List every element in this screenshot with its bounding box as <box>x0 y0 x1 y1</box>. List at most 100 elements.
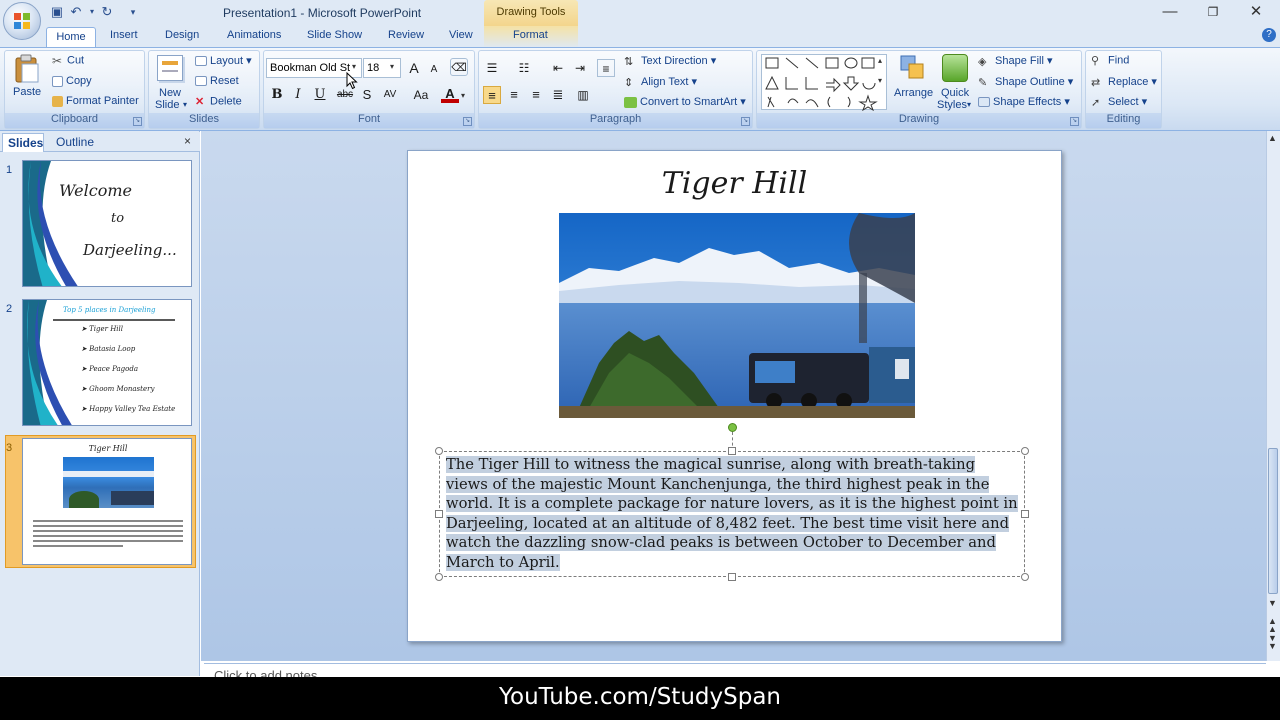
tiger-hill-photo[interactable] <box>559 213 915 418</box>
columns-icon[interactable]: ▥ <box>574 86 592 104</box>
scroll-up-icon[interactable]: ▲ <box>1268 133 1277 143</box>
tab-insert[interactable]: Insert <box>110 29 138 41</box>
italic-button[interactable]: I <box>289 86 307 104</box>
select-button[interactable]: ➚ Select ▾ <box>1091 95 1147 109</box>
quick-styles-label-2[interactable]: Styles <box>937 99 967 111</box>
customize-qat-icon[interactable]: ▾ <box>125 4 141 20</box>
paragraph-launcher-icon[interactable]: ↘ <box>741 117 750 126</box>
quick-styles-label[interactable]: Quick <box>941 87 969 99</box>
office-button[interactable] <box>3 2 41 40</box>
tab-view[interactable]: View <box>449 29 473 41</box>
next-slide-icon[interactable]: ▼ ▼ <box>1268 634 1277 651</box>
resize-handle-left[interactable] <box>435 510 443 518</box>
clear-formatting-icon[interactable]: ⌫ <box>450 58 468 76</box>
clipboard-launcher-icon[interactable]: ↘ <box>133 117 142 126</box>
pane-close-icon[interactable]: × <box>184 134 191 148</box>
bold-button[interactable]: B <box>268 86 286 104</box>
numbering-icon[interactable]: ☷ <box>515 59 533 77</box>
resize-handle-right[interactable] <box>1021 510 1029 518</box>
tab-outline[interactable]: Outline <box>56 135 94 149</box>
replace-button[interactable]: ⇄ Replace ▾ <box>1091 75 1157 89</box>
previous-slide-icon[interactable]: ▲ ▲ <box>1268 617 1277 634</box>
shapes-scroll-up-icon[interactable]: ▴ <box>878 56 882 65</box>
body-text[interactable]: The Tiger Hill to witness the magical su… <box>446 455 1021 573</box>
character-spacing-button[interactable]: AV <box>379 86 401 104</box>
new-slide-label[interactable]: New <box>159 87 181 99</box>
resize-handle-bottom-left[interactable] <box>435 573 443 581</box>
quick-styles-dropdown-icon[interactable]: ▾ <box>967 100 971 109</box>
slide-title[interactable]: Tiger Hill <box>407 166 1062 201</box>
quick-styles-icon[interactable] <box>942 54 968 82</box>
grow-font-button[interactable]: A <box>405 59 423 77</box>
justify-icon[interactable]: ≣ <box>549 86 567 104</box>
resize-handle-bottom-right[interactable] <box>1021 573 1029 581</box>
delete-button[interactable]: ✕ Delete <box>195 95 242 108</box>
help-icon[interactable]: ? <box>1262 28 1276 42</box>
slide-thumbnail-1[interactable]: Welcome to Darjeeling... <box>22 160 192 287</box>
format-painter-button[interactable]: Format Painter <box>52 95 139 107</box>
decrease-indent-icon[interactable]: ⇤ <box>549 59 567 77</box>
paste-icon[interactable] <box>13 54 41 84</box>
cut-button[interactable]: ✂ Cut <box>52 54 84 68</box>
tab-animations[interactable]: Animations <box>227 29 281 41</box>
tab-design[interactable]: Design <box>165 29 199 41</box>
font-size-field[interactable]: 18 <box>363 58 401 78</box>
tab-review[interactable]: Review <box>388 29 424 41</box>
arrange-button[interactable]: Arrange <box>894 87 933 99</box>
shapes-scroll-down-icon[interactable]: ▾ <box>878 76 882 85</box>
convert-smartart-button[interactable]: Convert to SmartArt ▾ <box>624 95 746 108</box>
slide-thumbnail-2[interactable]: Top 5 places in Darjeeling ➤ Tiger Hill … <box>22 299 192 426</box>
font-launcher-icon[interactable]: ↘ <box>463 117 472 126</box>
line-spacing-icon[interactable]: ≡ <box>597 59 615 77</box>
close-icon[interactable]: ✕ <box>1236 2 1276 22</box>
find-button[interactable]: ⚲ Find <box>1091 54 1129 67</box>
scroll-down-icon[interactable]: ▼ <box>1268 598 1277 608</box>
save-icon[interactable]: ▣ <box>49 4 65 20</box>
copy-button[interactable]: Copy <box>52 75 92 87</box>
shadow-button[interactable]: S <box>358 86 376 104</box>
restore-icon[interactable]: ❐ <box>1193 2 1233 22</box>
layout-button[interactable]: Layout ▾ <box>195 54 252 67</box>
selected-body-text[interactable]: The Tiger Hill to witness the magical su… <box>446 456 1018 571</box>
resize-handle-top-right[interactable] <box>1021 447 1029 455</box>
tab-slides[interactable]: Slides <box>2 133 44 152</box>
resize-handle-bottom[interactable] <box>728 573 736 581</box>
align-left-icon[interactable]: ≡ <box>483 86 501 104</box>
new-slide-dropdown-icon[interactable]: ▾ <box>183 100 187 109</box>
underline-button[interactable]: U <box>311 86 329 104</box>
change-case-button[interactable]: Aa <box>410 86 432 104</box>
arrange-icon[interactable] <box>899 54 927 82</box>
shapes-gallery[interactable] <box>761 54 887 112</box>
text-direction-button[interactable]: ⇅ Text Direction ▾ <box>624 54 716 68</box>
reset-button[interactable]: Reset <box>195 75 239 87</box>
resize-handle-top[interactable] <box>728 447 736 455</box>
undo-dropdown-icon[interactable]: ▾ <box>84 4 100 20</box>
tab-slide-show[interactable]: Slide Show <box>307 29 362 41</box>
font-size-dropdown-icon[interactable]: ▾ <box>390 62 394 71</box>
resize-handle-top-left[interactable] <box>435 447 443 455</box>
paste-button[interactable]: Paste <box>13 86 41 98</box>
notes-pane[interactable]: Click to add notes <box>204 663 1266 677</box>
rotation-handle[interactable] <box>728 423 737 432</box>
font-color-button[interactable]: A <box>441 85 459 103</box>
redo-icon[interactable]: ↻ <box>99 4 115 20</box>
shape-outline-button[interactable]: ✎ Shape Outline ▾ <box>978 75 1073 89</box>
new-slide-label-2[interactable]: Slide <box>155 99 179 111</box>
tab-format[interactable]: Format <box>513 29 548 41</box>
shape-effects-button[interactable]: Shape Effects ▾ <box>978 95 1070 108</box>
font-color-dropdown-icon[interactable]: ▾ <box>461 91 465 100</box>
font-name-dropdown-icon[interactable]: ▾ <box>352 62 356 71</box>
scrollbar-thumb[interactable] <box>1268 448 1278 594</box>
new-slide-icon[interactable] <box>157 55 183 81</box>
undo-icon[interactable]: ↶ <box>68 4 84 20</box>
align-right-icon[interactable]: ≡ <box>527 86 545 104</box>
align-text-button[interactable]: ⇕ Align Text ▾ <box>624 75 697 89</box>
minimize-icon[interactable]: — <box>1150 2 1190 22</box>
drawing-launcher-icon[interactable]: ↘ <box>1070 117 1079 126</box>
bullets-icon[interactable]: ☰ <box>483 59 501 77</box>
slide-thumbnail-3[interactable]: Tiger Hill <box>22 438 192 565</box>
shape-fill-button[interactable]: ◈ Shape Fill ▾ <box>978 54 1053 68</box>
shrink-font-button[interactable]: A <box>425 61 443 79</box>
increase-indent-icon[interactable]: ⇥ <box>571 59 589 77</box>
align-center-icon[interactable]: ≡ <box>505 86 523 104</box>
